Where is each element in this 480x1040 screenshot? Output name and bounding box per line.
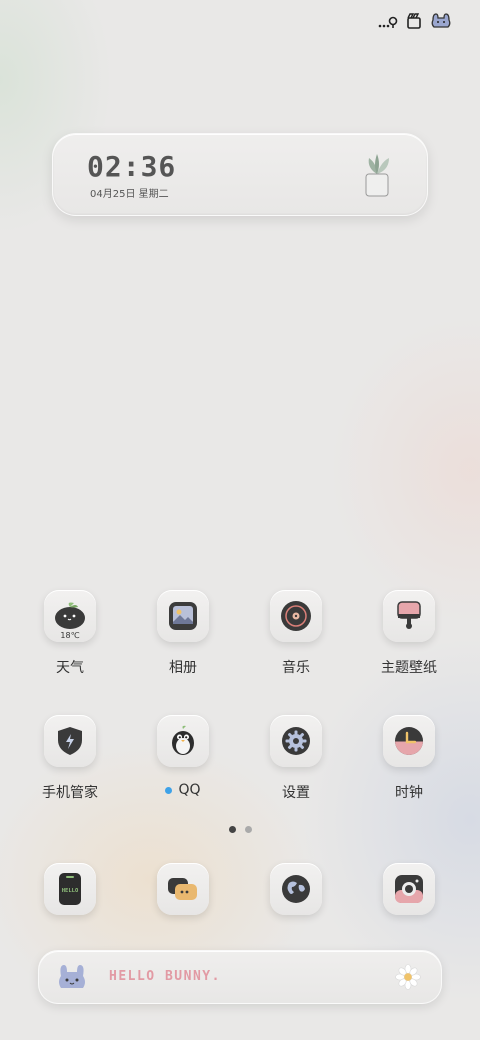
weather-tile[interactable]: 18℃	[44, 590, 96, 642]
app-clock[interactable]: 时钟	[365, 715, 453, 802]
phone-manager-tile[interactable]	[44, 715, 96, 767]
page-dot-1[interactable]	[228, 826, 236, 833]
dock-camera[interactable]	[383, 863, 435, 915]
new-badge-dot	[165, 786, 173, 794]
clock-date: 04月25日 星期二	[90, 189, 169, 200]
app-gallery[interactable]: 相册	[139, 590, 227, 677]
gallery-tile[interactable]	[157, 590, 209, 642]
dock-browser[interactable]	[270, 863, 322, 915]
hello-bunny-widget[interactable]: HELLO BUNNY.	[38, 950, 442, 1004]
shield-bolt-icon	[58, 727, 82, 755]
vinyl-record-icon	[281, 601, 311, 631]
camera-icon	[395, 875, 423, 903]
status-bar	[378, 10, 452, 32]
daisy-flower-icon	[395, 964, 421, 990]
phone-hello-icon: HELLO	[59, 873, 81, 905]
app-phone-manager[interactable]: 手机管家	[26, 715, 114, 802]
app-theme[interactable]: 主题壁纸	[365, 590, 453, 677]
dock-messages[interactable]	[157, 863, 209, 915]
page-indicator	[0, 826, 480, 833]
banner-text: HELLO BUNNY.	[109, 969, 221, 984]
clock-widget[interactable]: 02:36 04月25日 星期二	[52, 133, 428, 216]
bunny-face-icon	[430, 12, 452, 30]
app-music[interactable]: 音乐	[252, 590, 340, 677]
settings-tile[interactable]	[270, 715, 322, 767]
qq-tile[interactable]	[157, 715, 209, 767]
penguin-icon	[172, 725, 194, 755]
clock-tile[interactable]	[383, 715, 435, 767]
page-dot-2[interactable]	[244, 826, 252, 833]
paint-roller-icon	[397, 601, 421, 629]
clock-time: 02:36	[87, 150, 177, 183]
app-label: 主题壁纸	[381, 660, 437, 676]
app-label-text: QQ	[178, 782, 201, 798]
app-label: 相册	[169, 660, 197, 676]
music-tile[interactable]	[270, 590, 322, 642]
browser-globe-icon	[282, 875, 310, 903]
chat-bubbles-icon	[168, 878, 197, 900]
gear-icon	[282, 727, 310, 755]
theme-tile[interactable]	[383, 590, 435, 642]
clock-icon	[395, 727, 423, 755]
app-label: 时钟	[395, 785, 423, 801]
app-settings[interactable]: 设置	[252, 715, 340, 802]
app-label: 设置	[282, 785, 310, 801]
browser-tile[interactable]	[270, 863, 322, 915]
phone-hello-text: HELLO	[62, 888, 79, 894]
potted-plant-icon	[365, 154, 389, 197]
signal-dots-icon	[378, 13, 398, 29]
weather-temp: 18℃	[60, 631, 80, 640]
camera-tile[interactable]	[383, 863, 435, 915]
dock-phone[interactable]: HELLO	[44, 863, 96, 915]
gallery-picture-icon	[169, 602, 197, 630]
weather-tomato-icon	[55, 602, 85, 629]
app-label: QQ	[165, 782, 201, 798]
phone-tile[interactable]: HELLO	[44, 863, 96, 915]
app-qq[interactable]: QQ	[139, 715, 227, 798]
app-weather[interactable]: 18℃ 天气	[26, 590, 114, 677]
app-label: 手机管家	[42, 785, 98, 801]
film-clapper-icon	[406, 13, 422, 29]
bunny-icon	[59, 965, 85, 988]
app-label: 天气	[56, 660, 84, 676]
app-label: 音乐	[282, 660, 310, 676]
messages-tile[interactable]	[157, 863, 209, 915]
